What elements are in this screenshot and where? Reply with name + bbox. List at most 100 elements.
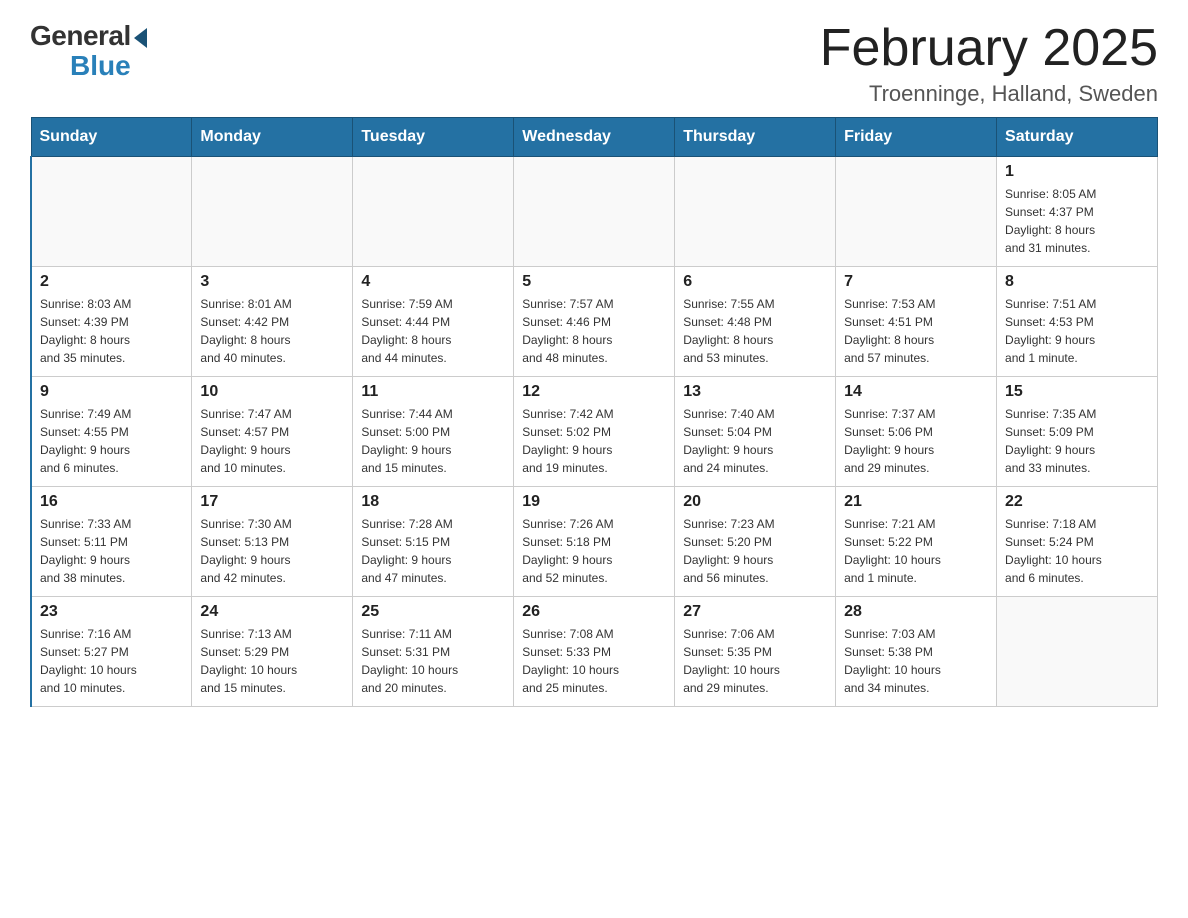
- weekday-header-sunday: Sunday: [31, 118, 192, 157]
- page-header: General Blue February 2025 Troenninge, H…: [30, 20, 1158, 107]
- week-row-5: 23 Sunrise: 7:16 AMSunset: 5:27 PMDayligh…: [31, 597, 1158, 707]
- calendar-cell: [192, 157, 353, 267]
- calendar-cell: 26 Sunrise: 7:08 AMSunset: 5:33 PMDayligh…: [514, 597, 675, 707]
- day-number: 8: [1005, 273, 1149, 291]
- day-number: 4: [361, 273, 505, 291]
- weekday-header-saturday: Saturday: [997, 118, 1158, 157]
- day-number: 11: [361, 383, 505, 401]
- day-info: Sunrise: 7:47 AMSunset: 4:57 PMDaylight:…: [200, 405, 344, 477]
- day-number: 15: [1005, 383, 1149, 401]
- day-number: 1: [1005, 163, 1149, 181]
- calendar-cell: 28 Sunrise: 7:03 AMSunset: 5:38 PMDayligh…: [836, 597, 997, 707]
- day-number: 18: [361, 493, 505, 511]
- week-row-3: 9 Sunrise: 7:49 AMSunset: 4:55 PMDaylight…: [31, 377, 1158, 487]
- title-section: February 2025 Troenninge, Halland, Swede…: [820, 20, 1158, 107]
- calendar-cell: 10 Sunrise: 7:47 AMSunset: 4:57 PMDayligh…: [192, 377, 353, 487]
- day-info: Sunrise: 7:18 AMSunset: 5:24 PMDaylight:…: [1005, 515, 1149, 587]
- calendar-cell: 1 Sunrise: 8:05 AMSunset: 4:37 PMDaylight…: [997, 157, 1158, 267]
- day-info: Sunrise: 7:26 AMSunset: 5:18 PMDaylight:…: [522, 515, 666, 587]
- weekday-header-friday: Friday: [836, 118, 997, 157]
- day-number: 7: [844, 273, 988, 291]
- week-row-4: 16 Sunrise: 7:33 AMSunset: 5:11 PMDayligh…: [31, 487, 1158, 597]
- day-number: 23: [40, 603, 183, 621]
- day-info: Sunrise: 7:53 AMSunset: 4:51 PMDaylight:…: [844, 295, 988, 367]
- calendar-cell: 25 Sunrise: 7:11 AMSunset: 5:31 PMDayligh…: [353, 597, 514, 707]
- calendar-cell: 20 Sunrise: 7:23 AMSunset: 5:20 PMDayligh…: [675, 487, 836, 597]
- weekday-header-wednesday: Wednesday: [514, 118, 675, 157]
- day-number: 2: [40, 273, 183, 291]
- day-info: Sunrise: 8:03 AMSunset: 4:39 PMDaylight:…: [40, 295, 183, 367]
- day-info: Sunrise: 7:23 AMSunset: 5:20 PMDaylight:…: [683, 515, 827, 587]
- calendar-cell: 13 Sunrise: 7:40 AMSunset: 5:04 PMDayligh…: [675, 377, 836, 487]
- weekday-header-monday: Monday: [192, 118, 353, 157]
- day-info: Sunrise: 7:16 AMSunset: 5:27 PMDaylight:…: [40, 625, 183, 697]
- month-title: February 2025: [820, 20, 1158, 77]
- calendar-cell: 2 Sunrise: 8:03 AMSunset: 4:39 PMDaylight…: [31, 267, 192, 377]
- day-info: Sunrise: 7:30 AMSunset: 5:13 PMDaylight:…: [200, 515, 344, 587]
- day-info: Sunrise: 7:51 AMSunset: 4:53 PMDaylight:…: [1005, 295, 1149, 367]
- week-row-2: 2 Sunrise: 8:03 AMSunset: 4:39 PMDaylight…: [31, 267, 1158, 377]
- calendar-cell: 8 Sunrise: 7:51 AMSunset: 4:53 PMDaylight…: [997, 267, 1158, 377]
- calendar-cell: 17 Sunrise: 7:30 AMSunset: 5:13 PMDayligh…: [192, 487, 353, 597]
- day-info: Sunrise: 7:33 AMSunset: 5:11 PMDaylight:…: [40, 515, 183, 587]
- day-info: Sunrise: 7:08 AMSunset: 5:33 PMDaylight:…: [522, 625, 666, 697]
- calendar-cell: 16 Sunrise: 7:33 AMSunset: 5:11 PMDayligh…: [31, 487, 192, 597]
- day-info: Sunrise: 7:37 AMSunset: 5:06 PMDaylight:…: [844, 405, 988, 477]
- day-number: 20: [683, 493, 827, 511]
- day-info: Sunrise: 7:49 AMSunset: 4:55 PMDaylight:…: [40, 405, 183, 477]
- day-info: Sunrise: 7:42 AMSunset: 5:02 PMDaylight:…: [522, 405, 666, 477]
- day-number: 21: [844, 493, 988, 511]
- logo: General Blue: [30, 20, 147, 82]
- calendar-cell: 22 Sunrise: 7:18 AMSunset: 5:24 PMDayligh…: [997, 487, 1158, 597]
- day-number: 13: [683, 383, 827, 401]
- calendar-cell: 18Sunrise: 7:28 AMSunset: 5:15 PMDayligh…: [353, 487, 514, 597]
- day-number: 22: [1005, 493, 1149, 511]
- week-row-1: 1 Sunrise: 8:05 AMSunset: 4:37 PMDaylight…: [31, 157, 1158, 267]
- day-info: Sunrise: 7:55 AMSunset: 4:48 PMDaylight:…: [683, 295, 827, 367]
- day-number: 9: [40, 383, 183, 401]
- day-info: Sunrise: 8:05 AMSunset: 4:37 PMDaylight:…: [1005, 185, 1149, 257]
- day-number: 5: [522, 273, 666, 291]
- day-number: 10: [200, 383, 344, 401]
- calendar-cell: 4Sunrise: 7:59 AMSunset: 4:44 PMDaylight…: [353, 267, 514, 377]
- calendar-cell: 7 Sunrise: 7:53 AMSunset: 4:51 PMDaylight…: [836, 267, 997, 377]
- calendar-cell: 23 Sunrise: 7:16 AMSunset: 5:27 PMDayligh…: [31, 597, 192, 707]
- calendar-cell: 11 Sunrise: 7:44 AMSunset: 5:00 PMDayligh…: [353, 377, 514, 487]
- day-info: Sunrise: 7:13 AMSunset: 5:29 PMDaylight:…: [200, 625, 344, 697]
- calendar-cell: [675, 157, 836, 267]
- day-number: 28: [844, 603, 988, 621]
- weekday-header-thursday: Thursday: [675, 118, 836, 157]
- calendar-cell: 5 Sunrise: 7:57 AMSunset: 4:46 PMDaylight…: [514, 267, 675, 377]
- day-info: Sunrise: 7:06 AMSunset: 5:35 PMDaylight:…: [683, 625, 827, 697]
- day-number: 17: [200, 493, 344, 511]
- day-info: Sunrise: 7:11 AMSunset: 5:31 PMDaylight:…: [361, 625, 505, 697]
- day-info: Sunrise: 7:03 AMSunset: 5:38 PMDaylight:…: [844, 625, 988, 697]
- calendar-cell: 15Sunrise: 7:35 AMSunset: 5:09 PMDayligh…: [997, 377, 1158, 487]
- day-info: Sunrise: 7:44 AMSunset: 5:00 PMDaylight:…: [361, 405, 505, 477]
- day-number: 6: [683, 273, 827, 291]
- calendar-cell: 14 Sunrise: 7:37 AMSunset: 5:06 PMDayligh…: [836, 377, 997, 487]
- day-number: 26: [522, 603, 666, 621]
- calendar-cell: 21 Sunrise: 7:21 AMSunset: 5:22 PMDayligh…: [836, 487, 997, 597]
- day-info: Sunrise: 7:57 AMSunset: 4:46 PMDaylight:…: [522, 295, 666, 367]
- calendar-cell: 24Sunrise: 7:13 AMSunset: 5:29 PMDayligh…: [192, 597, 353, 707]
- calendar-table: SundayMondayTuesdayWednesdayThursdayFrid…: [30, 117, 1158, 707]
- calendar-cell: 9 Sunrise: 7:49 AMSunset: 4:55 PMDaylight…: [31, 377, 192, 487]
- location: Troenninge, Halland, Sweden: [820, 81, 1158, 107]
- calendar-cell: 27Sunrise: 7:06 AMSunset: 5:35 PMDayligh…: [675, 597, 836, 707]
- weekday-header-tuesday: Tuesday: [353, 118, 514, 157]
- day-info: Sunrise: 7:21 AMSunset: 5:22 PMDaylight:…: [844, 515, 988, 587]
- logo-general-text: General: [30, 20, 131, 52]
- calendar-cell: [836, 157, 997, 267]
- day-number: 25: [361, 603, 505, 621]
- day-number: 12: [522, 383, 666, 401]
- calendar-cell: [514, 157, 675, 267]
- logo-blue-text: Blue: [70, 50, 131, 82]
- day-number: 14: [844, 383, 988, 401]
- day-number: 19: [522, 493, 666, 511]
- calendar-cell: [997, 597, 1158, 707]
- day-number: 16: [40, 493, 183, 511]
- day-info: Sunrise: 7:40 AMSunset: 5:04 PMDaylight:…: [683, 405, 827, 477]
- calendar-cell: 19 Sunrise: 7:26 AMSunset: 5:18 PMDayligh…: [514, 487, 675, 597]
- weekday-header-row: SundayMondayTuesdayWednesdayThursdayFrid…: [31, 118, 1158, 157]
